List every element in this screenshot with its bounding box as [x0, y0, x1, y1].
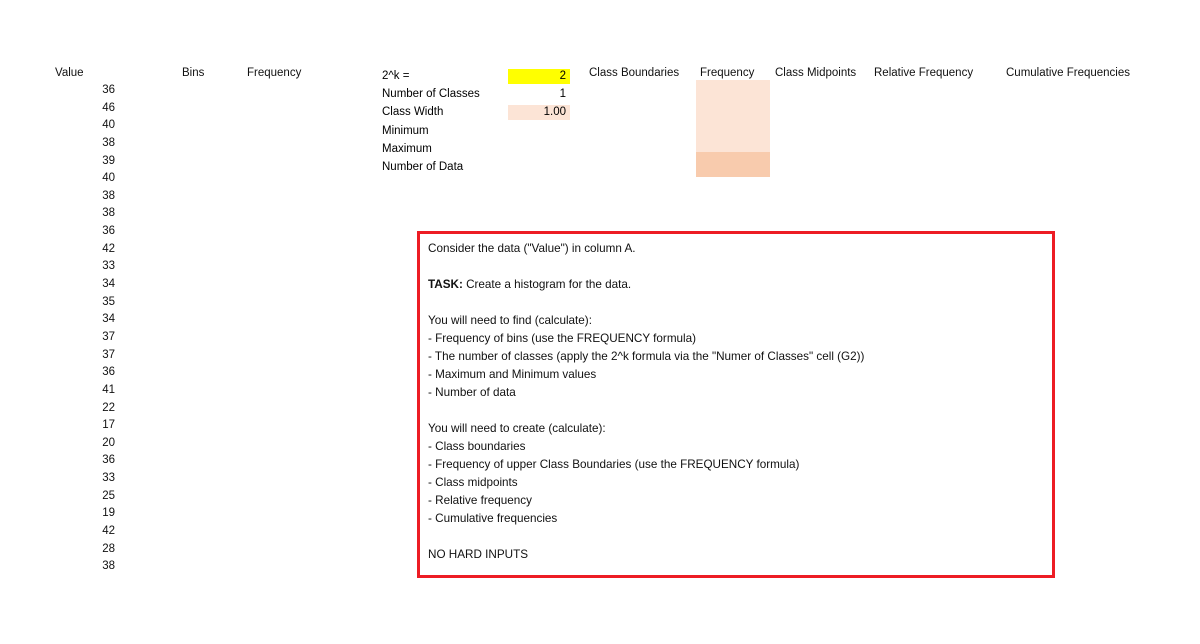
column-header-frequency: Frequency — [247, 67, 302, 79]
calculation-value-cell[interactable] — [508, 123, 570, 138]
instruction-line: - Class midpoints — [428, 476, 518, 489]
column-header-cumulative-frequencies: Cumulative Frequencies — [1006, 67, 1131, 79]
instruction-line-emphasis: TASK: — [428, 278, 463, 291]
calculation-label: Minimum — [382, 124, 429, 137]
value-cell[interactable]: 37 — [55, 347, 115, 365]
value-cell[interactable]: 42 — [55, 523, 115, 541]
instruction-line: - Frequency of bins (use the FREQUENCY f… — [428, 332, 697, 345]
value-cell[interactable]: 34 — [55, 276, 115, 294]
instruction-text: Consider the data ("Value") in column A.… — [428, 240, 1046, 564]
value-cell[interactable]: 17 — [55, 417, 115, 435]
instruction-spacer — [428, 294, 1046, 312]
column-header-frequency-upper: Frequency — [700, 67, 755, 79]
value-cell[interactable]: 39 — [55, 153, 115, 171]
value-cell[interactable]: 36 — [55, 364, 115, 382]
calculation-label: Class Width — [382, 106, 444, 119]
calculation-label: Number of Classes — [382, 88, 480, 101]
calculation-label: Number of Data — [382, 160, 464, 173]
column-header-class-boundaries: Class Boundaries — [589, 67, 680, 79]
instruction-line: - Class boundaries — [428, 440, 526, 453]
column-header-bins: Bins — [182, 67, 205, 79]
value-cell[interactable]: 35 — [55, 294, 115, 312]
instruction-spacer — [428, 402, 1046, 420]
value-cell[interactable]: 20 — [55, 435, 115, 453]
value-cell[interactable]: 22 — [55, 400, 115, 418]
instruction-line: NO HARD INPUTS — [428, 548, 529, 561]
value-column: 36 46 40 38 39 40 38 38 36 42 33 34 35 34 37 37 36 41 22 17… — [55, 82, 115, 576]
value-cell[interactable]: 41 — [55, 382, 115, 400]
calculation-value-cell[interactable]: 1 — [508, 87, 570, 102]
value-cell[interactable]: 40 — [55, 170, 115, 188]
calculation-label: 2^k = — [382, 70, 410, 82]
frequency-fill-accent-row[interactable] — [696, 152, 770, 177]
spreadsheet-canvas: Value Bins Frequency 36 46 40 38 39 40 38 38 36 4… — [0, 0, 1200, 644]
value-cell[interactable]: 42 — [55, 241, 115, 259]
value-cell[interactable]: 36 — [55, 452, 115, 470]
calculation-value-cell[interactable]: 1.00 — [508, 104, 570, 120]
calculation-value-cell[interactable] — [508, 159, 570, 174]
instruction-line: Consider the data ("Value") in column A. — [428, 242, 636, 255]
column-header-value: Value — [55, 67, 84, 79]
value-cell[interactable]: 38 — [55, 205, 115, 223]
instruction-line: You will need to create (calculate): — [428, 422, 606, 435]
frequency-fill-region[interactable] — [696, 80, 770, 152]
instruction-line: TASK: Create a histogram for the data. — [428, 278, 632, 291]
instruction-line: - Relative frequency — [428, 494, 532, 507]
instruction-line: You will need to find (calculate): — [428, 314, 592, 327]
value-cell[interactable]: 46 — [55, 100, 115, 118]
value-cell[interactable]: 19 — [55, 505, 115, 523]
value-cell[interactable]: 28 — [55, 541, 115, 559]
instruction-line: - The number of classes (apply the 2^k f… — [428, 350, 865, 363]
instruction-line: - Cumulative frequencies — [428, 512, 558, 525]
column-header-class-midpoints: Class Midpoints — [775, 67, 857, 79]
value-cell[interactable]: 34 — [55, 311, 115, 329]
value-cell[interactable]: 38 — [55, 135, 115, 153]
calculation-value-cell[interactable] — [508, 141, 570, 156]
instruction-line: - Maximum and Minimum values — [428, 368, 597, 381]
value-cell[interactable]: 37 — [55, 329, 115, 347]
value-cell[interactable]: 25 — [55, 488, 115, 506]
value-cell[interactable]: 38 — [55, 188, 115, 206]
instruction-line: - Frequency of upper Class Boundaries (u… — [428, 458, 800, 471]
instruction-spacer — [428, 528, 1046, 546]
calculation-label: Maximum — [382, 142, 432, 155]
column-header-relative-frequency: Relative Frequency — [874, 67, 974, 79]
value-cell[interactable]: 36 — [55, 82, 115, 100]
instruction-box: Consider the data ("Value") in column A.… — [417, 231, 1055, 578]
value-cell[interactable]: 38 — [55, 558, 115, 576]
instruction-line: - Number of data — [428, 386, 516, 399]
value-cell[interactable]: 40 — [55, 117, 115, 135]
value-cell[interactable]: 33 — [55, 470, 115, 488]
value-cell[interactable]: 36 — [55, 223, 115, 241]
value-cell[interactable]: 33 — [55, 258, 115, 276]
instruction-spacer — [428, 258, 1046, 276]
calculation-value-cell[interactable]: 2 — [508, 68, 570, 84]
